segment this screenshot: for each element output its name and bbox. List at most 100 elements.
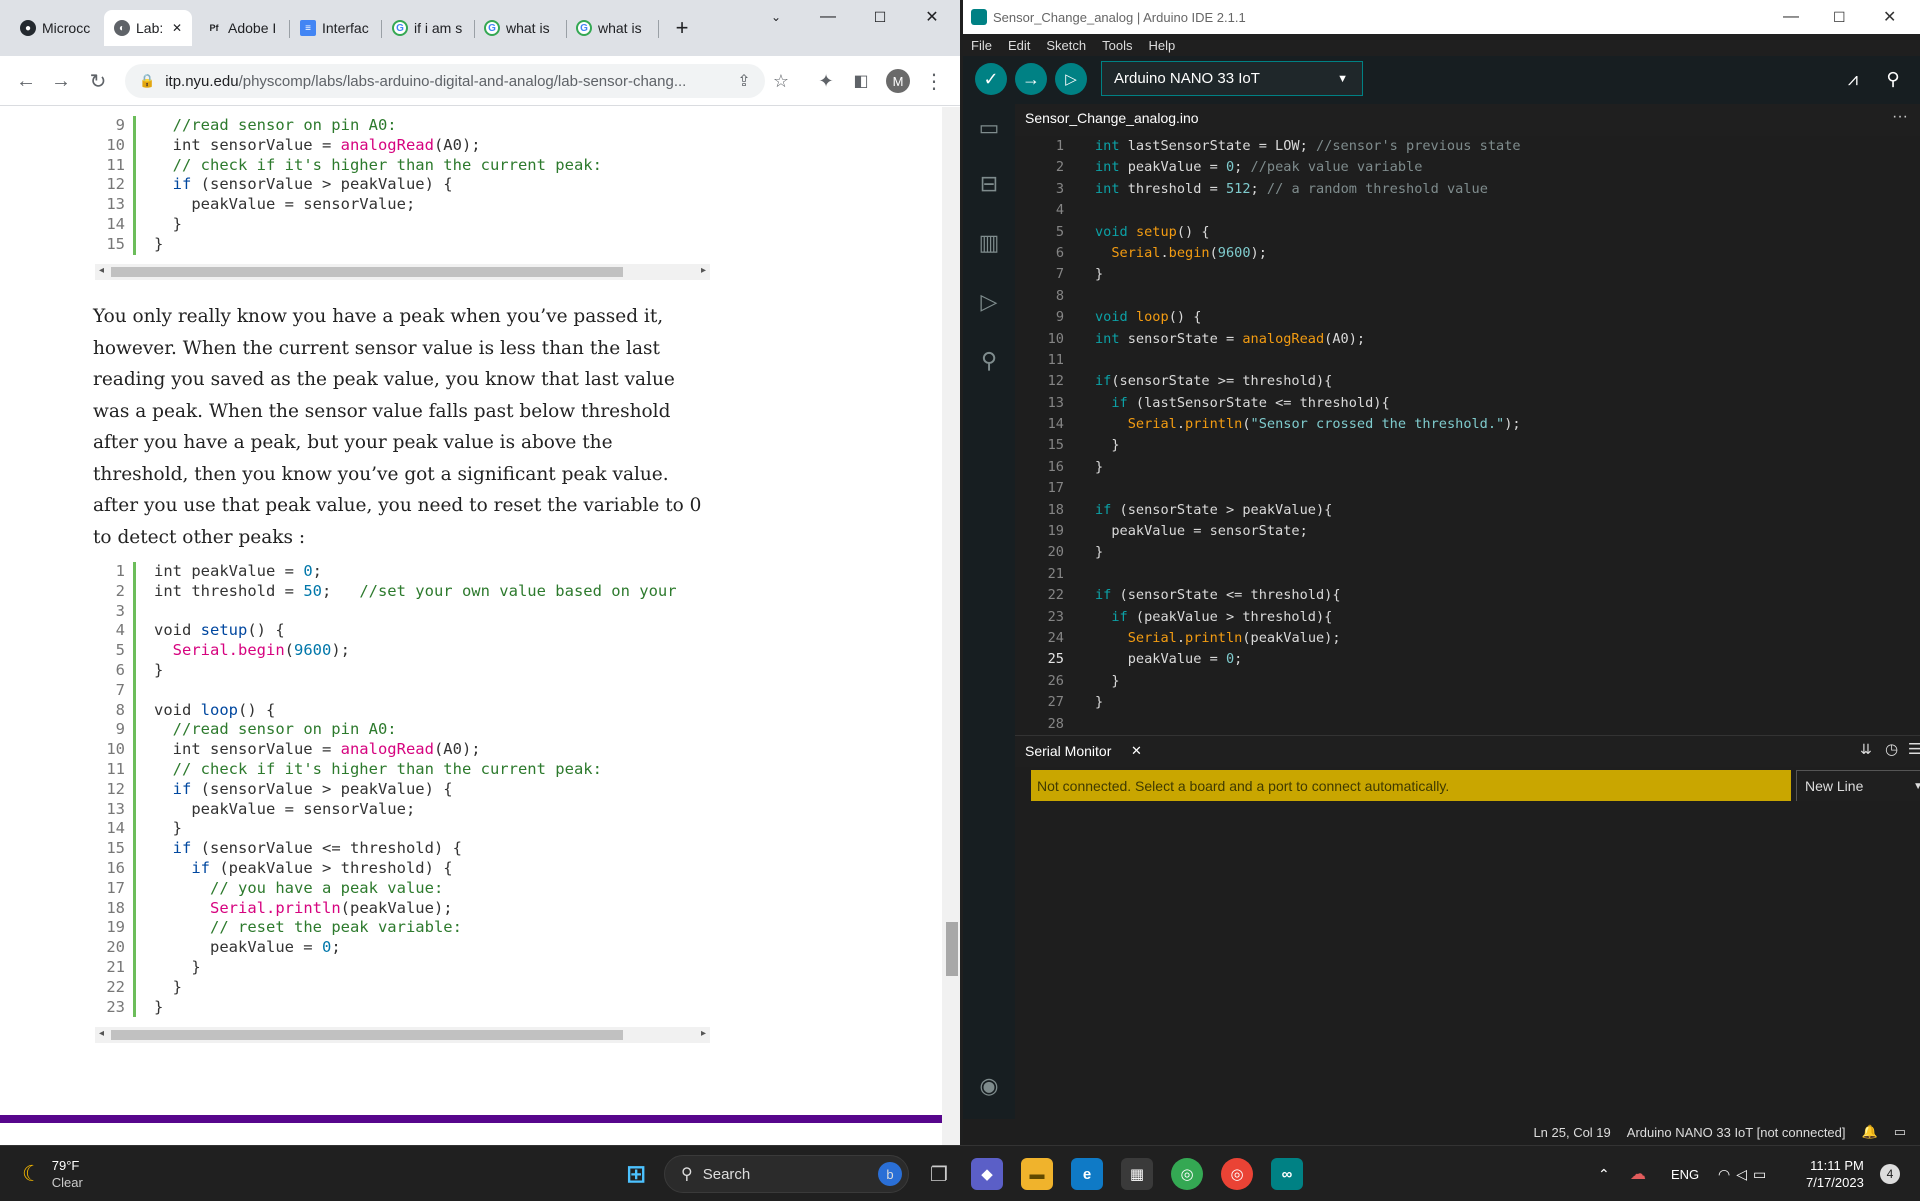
- close-window-icon[interactable]: ✕: [1883, 7, 1896, 27]
- cursor-position[interactable]: Ln 25, Col 19: [1533, 1125, 1610, 1140]
- debug-icon[interactable]: ▷: [975, 288, 1003, 316]
- code-token: peakValue = sensorState;: [1095, 523, 1308, 540]
- file-tab[interactable]: Sensor_Change_analog.ino: [1025, 110, 1199, 126]
- timestamp-icon[interactable]: ◷: [1885, 740, 1898, 758]
- tab-google-search[interactable]: G what is: [566, 10, 656, 46]
- line-number: 14: [106, 214, 125, 233]
- verify-button[interactable]: ✓: [975, 63, 1007, 95]
- close-panel-icon[interactable]: ✕: [1131, 743, 1142, 759]
- tab-lab-active[interactable]: ◐ Lab: ✕: [104, 10, 192, 46]
- body-paragraph: You only really know you have a peak whe…: [93, 306, 702, 548]
- store-icon[interactable]: ▦: [1121, 1158, 1153, 1190]
- code-text: if (sensorState > peakValue){: [1084, 500, 1332, 521]
- code-gutter-bar: [133, 997, 136, 1018]
- file-explorer-icon[interactable]: ▬: [1021, 1158, 1053, 1190]
- code-editor[interactable]: 1 int lastSensorState = LOW; //sensor's p…: [1015, 136, 1920, 730]
- weather-widget[interactable]: ☾ 79°F Clear: [22, 1146, 83, 1201]
- boards-manager-icon[interactable]: ⊟: [975, 170, 1003, 198]
- forward-icon[interactable]: →: [45, 65, 77, 97]
- new-tab-button[interactable]: +: [664, 10, 700, 46]
- scroll-thumb[interactable]: [111, 267, 623, 277]
- close-tab-icon[interactable]: ✕: [172, 21, 182, 35]
- upload-button[interactable]: →: [1015, 63, 1047, 95]
- code-text: Serial.begin(9600);: [154, 641, 350, 661]
- scroll-left-icon[interactable]: ◂: [99, 1028, 104, 1039]
- code-horizontal-scrollbar[interactable]: ◂ ▸: [95, 1027, 710, 1043]
- serial-monitor-icon[interactable]: ⚲: [1877, 63, 1909, 95]
- menu-sketch[interactable]: Sketch: [1046, 38, 1086, 53]
- clear-output-icon[interactable]: ☰: [1908, 740, 1920, 758]
- chrome-icon[interactable]: ◎: [1171, 1158, 1203, 1190]
- clock[interactable]: 11:11 PM 7/17/2023: [1806, 1146, 1864, 1201]
- arduino-ide-icon[interactable]: ∞: [1271, 1158, 1303, 1190]
- notification-bell-icon[interactable]: 🔔: [1862, 1124, 1878, 1140]
- task-view-icon[interactable]: ❐: [923, 1158, 955, 1190]
- tray-overflow-icon[interactable]: ⌃: [1598, 1146, 1610, 1201]
- board-status[interactable]: Arduino NANO 33 IoT [not connected]: [1627, 1125, 1846, 1140]
- code-horizontal-scrollbar[interactable]: ◂ ▸: [95, 264, 710, 280]
- code-token: ;: [1234, 159, 1251, 176]
- close-window-icon[interactable]: ✕: [906, 0, 958, 34]
- teams-chat-icon[interactable]: ◆: [971, 1158, 1003, 1190]
- page-scroll-thumb[interactable]: [946, 922, 958, 976]
- profile-avatar[interactable]: M: [882, 65, 914, 97]
- code-text: if (sensorValue <= threshold) {: [154, 839, 462, 859]
- search-icon[interactable]: ⚲: [975, 347, 1003, 375]
- output-panel-icon[interactable]: ▭: [1894, 1124, 1906, 1140]
- tab-interface[interactable]: ≡ Interfac: [290, 10, 378, 46]
- back-icon[interactable]: ←: [10, 65, 42, 97]
- scroll-right-icon[interactable]: ▸: [701, 265, 706, 276]
- code-token: 9600: [1217, 244, 1251, 261]
- code-token: //sensor's previous state: [1315, 138, 1521, 154]
- menu-kebab-icon[interactable]: ⋮: [918, 65, 950, 97]
- debug-button[interactable]: ▷: [1055, 63, 1087, 95]
- side-panel-icon[interactable]: ◧: [845, 65, 877, 97]
- reload-icon[interactable]: ↻: [82, 65, 114, 97]
- tab-search-icon[interactable]: ⌄: [750, 0, 802, 34]
- address-bar[interactable]: 🔒 itp.nyu.edu/physcomp/labs/labs-arduino…: [125, 64, 765, 98]
- menu-file[interactable]: File: [971, 38, 992, 53]
- page-scrollbar[interactable]: [942, 107, 960, 1145]
- tab-google-search[interactable]: G what is: [474, 10, 564, 46]
- maximize-icon[interactable]: ☐: [854, 0, 906, 34]
- scroll-thumb[interactable]: [111, 1030, 623, 1040]
- maximize-icon[interactable]: ☐: [1833, 9, 1846, 26]
- code-line: 13 peakValue = sensorValue;: [95, 799, 710, 820]
- code-token: peakValue =: [1119, 159, 1226, 176]
- language-indicator[interactable]: ENG: [1671, 1146, 1699, 1201]
- tab-adobe[interactable]: Pf Adobe I: [196, 10, 286, 46]
- autoscroll-icon[interactable]: ⇊: [1860, 741, 1872, 758]
- chrome-profile-icon[interactable]: ◎: [1221, 1158, 1253, 1190]
- share-icon[interactable]: ⇪: [728, 65, 760, 97]
- extensions-icon[interactable]: ✦: [810, 65, 842, 97]
- sketchbook-folder-icon[interactable]: ▭: [975, 114, 1003, 142]
- network-volume-icons[interactable]: ◠ ◁ ▭: [1718, 1146, 1766, 1201]
- bookmark-star-icon[interactable]: ☆: [765, 65, 797, 97]
- tab-microcontrollers[interactable]: ● Microcc: [10, 10, 102, 46]
- notification-center[interactable]: 4: [1880, 1146, 1900, 1201]
- code-text: }: [1084, 264, 1103, 285]
- code-text: int sensorValue = analogRead(A0);: [154, 740, 481, 760]
- menu-edit[interactable]: Edit: [1008, 38, 1030, 53]
- menu-help[interactable]: Help: [1148, 38, 1175, 53]
- line-ending-select[interactable]: New Line ▼: [1796, 770, 1920, 802]
- library-manager-icon[interactable]: ▥: [975, 229, 1003, 257]
- taskbar-search[interactable]: ⚲ Search b: [664, 1155, 909, 1193]
- minimize-icon[interactable]: —: [802, 0, 854, 34]
- tab-google-search[interactable]: G if i am s: [382, 10, 472, 46]
- more-options-icon[interactable]: ···: [1892, 108, 1908, 126]
- onedrive-icon[interactable]: ☁: [1630, 1146, 1646, 1201]
- scroll-right-icon[interactable]: ▸: [701, 1028, 706, 1039]
- start-button[interactable]: ⊞: [620, 1158, 652, 1190]
- code-line: 4 void setup() {: [95, 621, 710, 642]
- menu-tools[interactable]: Tools: [1102, 38, 1132, 53]
- serial-plotter-icon[interactable]: ⩘: [1837, 63, 1869, 95]
- minimize-icon[interactable]: —: [1783, 8, 1799, 26]
- edge-icon[interactable]: e: [1071, 1158, 1103, 1190]
- scroll-left-icon[interactable]: ◂: [99, 265, 104, 276]
- code-token: int sensorValue =: [154, 135, 341, 154]
- profile-icon[interactable]: ◉: [975, 1072, 1003, 1100]
- board-selector[interactable]: Arduino NANO 33 IoT ▼: [1101, 61, 1363, 96]
- code-token: ;: [312, 562, 322, 580]
